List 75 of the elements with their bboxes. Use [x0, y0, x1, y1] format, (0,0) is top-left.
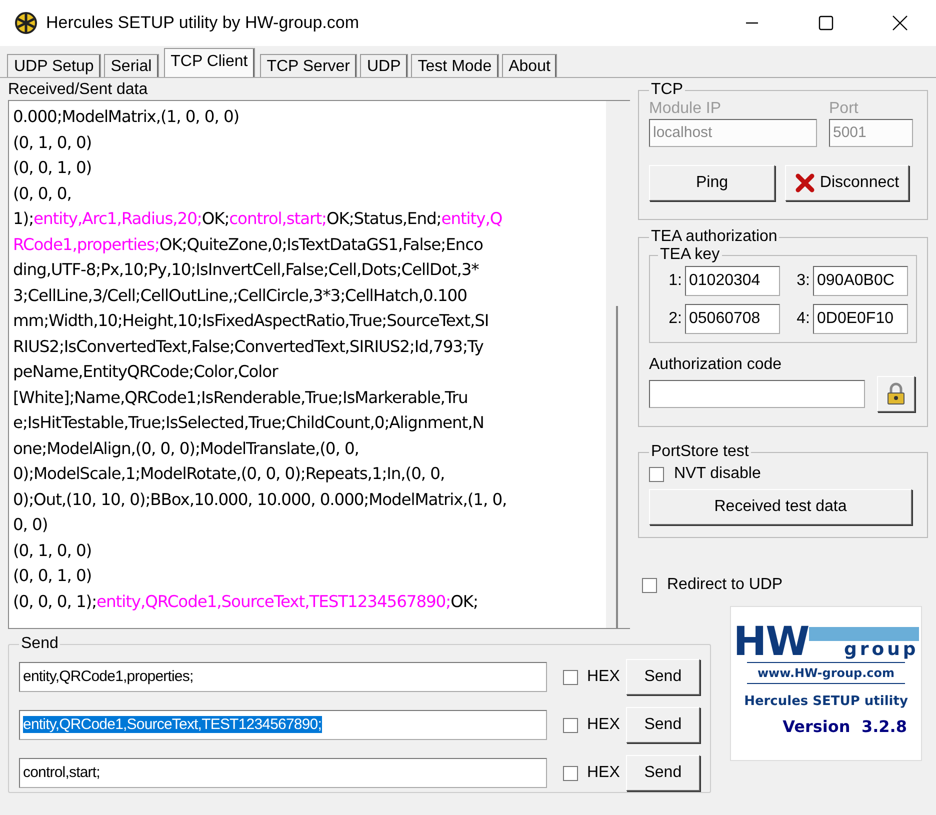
- tab[interactable]: UDP: [360, 54, 408, 77]
- tab[interactable]: UDP Setup: [7, 54, 101, 77]
- data-line: (0, 0, 1, 0): [13, 565, 92, 587]
- module-ip-label: Module IP: [649, 99, 722, 119]
- data-line: (0, 0, 0, 1);entity,QRCode1,SourceText,TEST1234567890;OK;: [13, 590, 478, 612]
- scrollbar[interactable]: [606, 101, 630, 628]
- send-button[interactable]: Send: [626, 755, 700, 791]
- checkbox[interactable]: [563, 718, 578, 732]
- group-title: TEA key: [659, 246, 721, 264]
- data-line: (0, 0, 1, 0): [13, 157, 92, 179]
- data-line: (0, 1, 0, 0): [13, 132, 92, 154]
- received-label: Received/Sent data: [8, 81, 149, 99]
- key-field[interactable]: 0D0E0F10: [813, 304, 908, 334]
- key-index: 3:: [796, 272, 810, 290]
- checkbox[interactable]: [642, 578, 657, 592]
- port-label: Port: [829, 99, 860, 119]
- hex-label: HEX: [587, 668, 620, 686]
- received-test-data-button[interactable]: Received test data: [649, 489, 912, 525]
- close-icon[interactable]: [892, 15, 908, 31]
- key-index: 1:: [668, 272, 682, 290]
- group-title: PortStore test: [650, 443, 750, 461]
- send-input-field[interactable]: entity,QRCode1,properties;: [19, 662, 547, 692]
- tab[interactable]: TCP Server: [260, 54, 357, 77]
- lock-button[interactable]: [877, 376, 915, 412]
- send-group-title: Send: [20, 635, 60, 653]
- data-line: e;IsHitTestable,True;IsSelected,True;ChildCount,0;Alignment,N: [13, 412, 484, 434]
- checkbox[interactable]: [649, 466, 664, 482]
- data-line: peName,EntityQRCode;Color,Color: [13, 361, 278, 383]
- nvt-disable-label: NVT disable: [674, 465, 761, 483]
- key-index: 4:: [796, 310, 810, 328]
- logo-group-text: group: [842, 641, 919, 659]
- tab[interactable]: Serial: [104, 54, 159, 77]
- authorization-label: Authorization code: [649, 355, 783, 375]
- data-line: ding,UTF-8;Px,10;Py,10;IsInvertCell,False;Cell,Dots;CellDot,3*: [13, 259, 479, 281]
- logo-mark: HW: [733, 625, 809, 659]
- key-field[interactable]: 05060708: [685, 304, 780, 334]
- send-input-field[interactable]: entity,QRCode1,SourceText,TEST1234567890;: [19, 710, 547, 740]
- redirect-label: Redirect to UDP: [667, 576, 783, 594]
- send-button[interactable]: Send: [626, 659, 700, 695]
- tab[interactable]: Test Mode: [410, 54, 499, 77]
- data-line: RIUS2;IsConvertedText,False;ConvertedText,SIRIUS2;Id,793;Ty: [13, 336, 484, 358]
- key-index: 2:: [668, 310, 682, 328]
- data-line: RCode1,properties;OK;QuiteZone,0;IsTextDataGS1,False;Enco: [13, 234, 483, 256]
- data-line: (0, 0, 0,: [13, 182, 72, 204]
- x-mark-icon: [794, 173, 815, 193]
- hex-label: HEX: [587, 764, 620, 782]
- tab[interactable]: About: [502, 54, 558, 77]
- logo-url: www.HW-group.com: [747, 662, 905, 684]
- app-icon: [14, 11, 38, 35]
- data-line: 3;CellLine,3/Cell;CellOutLine,;CellCircle,3*3;CellHatch,0.100: [13, 284, 467, 306]
- hex-label: HEX: [587, 716, 620, 734]
- checkbox[interactable]: [563, 766, 578, 780]
- data-line: 1);entity,Arc1,Radius,20;OK;control,start;OK;Status,End;entity,Q: [13, 208, 502, 230]
- data-line: 0);Out,(10, 10, 0);BBox,10.000, 10.000, 0.000;ModelMatrix,(1, 0,: [13, 488, 507, 510]
- maximize-icon[interactable]: [818, 15, 834, 31]
- window-title: Hercules SETUP utility by HW-group.com: [46, 13, 360, 33]
- data-line: (0, 1, 0, 0): [13, 540, 92, 562]
- padlock-icon: [885, 382, 907, 406]
- data-line: [White];Name,QRCode1;IsRenderable,True;IsMarkerable,Tru: [13, 386, 468, 408]
- data-line: one;ModelAlign,(0, 0, 0);ModelTranslate,(0, 0,: [13, 438, 359, 460]
- group-title: TEA authorization: [650, 228, 778, 246]
- data-line: 0.000;ModelMatrix,(1, 0, 0, 0): [13, 106, 240, 128]
- key-field[interactable]: 090A0B0C: [813, 266, 908, 296]
- checkbox[interactable]: [563, 670, 578, 684]
- send-button[interactable]: Send: [626, 707, 700, 743]
- send-input-field[interactable]: control,start;: [19, 758, 547, 788]
- product-name: Hercules SETUP utility: [744, 694, 908, 709]
- version-label: Version 3.2.8: [782, 717, 907, 736]
- group-title: TCP: [650, 81, 684, 99]
- data-line: 0, 0): [13, 514, 48, 536]
- data-line: 0);ModelScale,1;ModelRotate,(0, 0, 0);Repeats,1;In,(0, 0,: [13, 463, 445, 485]
- data-line: mm;Width,10;Height,10;IsFixedAspectRatio,True;SourceText,SI: [13, 310, 489, 332]
- authorization-field[interactable]: [649, 380, 865, 408]
- tab[interactable]: TCP Client: [164, 48, 255, 77]
- key-field[interactable]: 01020304: [685, 266, 780, 296]
